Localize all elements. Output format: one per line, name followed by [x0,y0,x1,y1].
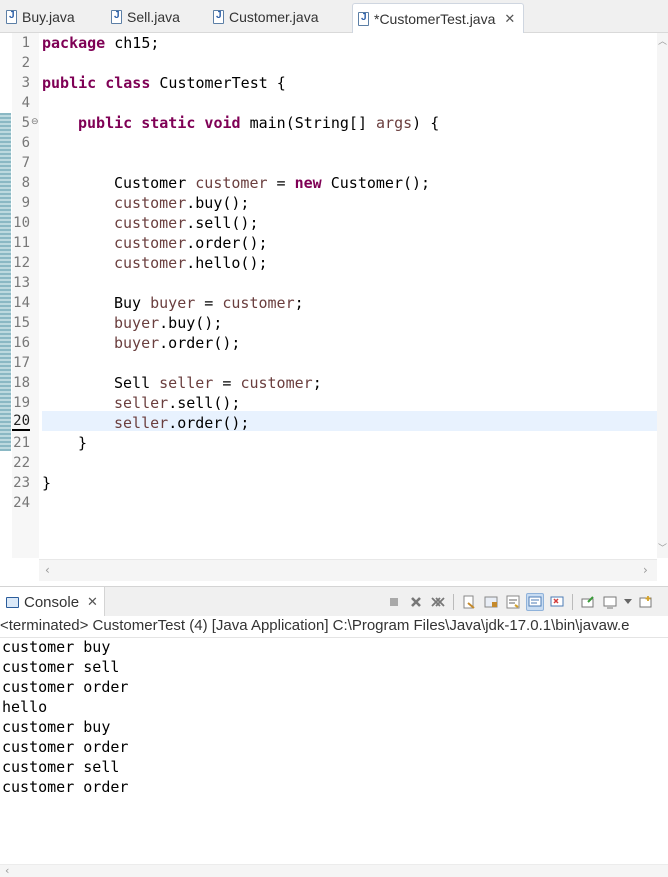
line-number: 18 [13,375,30,391]
open-console-icon[interactable] [637,593,655,611]
show-on-stdout-icon[interactable] [526,593,544,611]
pin-console-icon[interactable] [579,593,597,611]
line-number: 21 [13,435,30,451]
console-output-line: hello [2,698,48,716]
code-line-14: Buy buyer = customer; [114,294,304,312]
clear-console-icon[interactable] [460,593,478,611]
line-number: 5 [21,115,30,131]
console-icon [6,596,19,608]
line-number: 14 [13,295,30,311]
quick-diff-ruler [0,113,11,451]
console-output-line: customer sell [2,758,120,776]
code-editor[interactable]: 1 2 3 4 5 ⊖ 6 7 8 9 10 11 12 13 14 15 16… [0,33,668,581]
console-tab-label: Console [24,593,80,611]
console-output-line: customer buy [2,638,111,656]
console-output-line: customer order [2,778,129,796]
line-number-ruler: 1 2 3 4 5 ⊖ 6 7 8 9 10 11 12 13 14 15 16… [12,33,39,558]
horizontal-scrollbar[interactable]: ‹ › [39,559,657,581]
remove-all-terminated-icon[interactable] [429,593,447,611]
line-number: 16 [13,335,30,351]
line-number: 24 [13,495,30,511]
line-number: 10 [13,215,30,231]
tab-label: Customer.java [229,9,319,25]
console-output-line: customer sell [2,658,120,676]
code-line-15: buyer.buy(); [114,314,223,332]
line-number: 22 [13,455,30,471]
line-number: 15 [13,315,30,331]
line-number: 11 [13,235,30,251]
toolbar-separator [572,594,573,610]
scroll-left-icon[interactable]: ‹ [45,564,50,576]
dropdown-icon[interactable] [623,593,633,611]
code-line-5: public static void main(String[] args) { [78,114,440,132]
scroll-right-icon[interactable]: › [643,564,648,576]
code-line-18: Sell seller = customer; [114,374,322,392]
line-number: 7 [21,155,30,171]
display-console-icon[interactable] [601,593,619,611]
line-number: 3 [21,75,30,91]
terminate-icon[interactable] [385,593,403,611]
line-number: 4 [21,95,30,111]
console-toolbar [385,592,655,612]
line-number: 19 [13,395,30,411]
code-line-9: customer.buy(); [114,194,250,212]
close-icon[interactable]: ✕ [87,594,98,610]
code-line-8: Customer customer = new Customer(); [114,174,431,192]
code-line-3: public class CustomerTest { [42,74,286,92]
scroll-down-icon[interactable]: ﹀ [658,544,667,554]
code-line-16: buyer.order(); [114,334,241,352]
scroll-left-icon[interactable]: ‹ [5,865,9,876]
code-line-21: } [78,434,88,452]
code-line-12: customer.hello(); [114,254,268,272]
console-output-line: customer order [2,738,129,756]
show-on-stderr-icon[interactable] [548,593,566,611]
toolbar-separator [453,594,454,610]
code-text-area[interactable]: package ch15; public class CustomerTest … [42,33,658,558]
console-output-line: customer buy [2,718,111,736]
line-number: 6 [21,135,30,151]
line-number: 1 [21,35,30,51]
scroll-lock-icon[interactable] [482,593,500,611]
tab-label: *CustomerTest.java [374,10,496,27]
tab-sell-java[interactable]: Sell.java [111,5,180,29]
console-output-line: customer order [2,678,129,696]
console-view-header: Console ✕ [0,586,668,617]
line-number: 23 [13,475,30,491]
console-output[interactable]: customer buy customer sell customer orde… [2,637,662,862]
fold-collapse-icon[interactable]: ⊖ [31,112,39,132]
console-process-status: <terminated> CustomerTest (4) [Java Appl… [0,616,668,638]
tab-buy-java[interactable]: Buy.java [6,5,75,29]
code-line-20: seller.order(); [114,414,250,432]
tab-label: Sell.java [127,9,180,25]
line-number: 12 [13,255,30,271]
line-number: 9 [21,195,30,211]
java-file-icon [6,10,17,24]
java-file-icon [213,10,224,24]
code-line-1: package ch15; [42,34,160,52]
line-number: 8 [21,175,30,191]
java-file-icon [111,10,122,24]
current-line-number: 20 [12,413,30,431]
java-file-icon [358,11,369,26]
line-number: 13 [13,275,30,291]
code-line-11: customer.order(); [114,234,268,252]
tab-customer-java[interactable]: Customer.java [213,5,318,29]
code-line-19: seller.sell(); [114,394,241,412]
word-wrap-icon[interactable] [504,593,522,611]
scroll-up-icon[interactable]: ︿ [658,37,667,47]
close-icon[interactable]: ✕ [504,11,515,27]
console-horizontal-scrollbar[interactable]: ‹ [0,864,668,877]
line-number: 2 [21,55,30,71]
line-number: 17 [13,355,30,371]
remove-launch-icon[interactable] [407,593,425,611]
code-line-23: } [42,474,52,492]
tab-label: Buy.java [22,9,75,25]
tab-console[interactable]: Console ✕ [0,587,105,617]
code-line-10: customer.sell(); [114,214,259,232]
vertical-scrollbar[interactable]: ︿ ﹀ [657,33,668,558]
tab-customertest-java[interactable]: *CustomerTest.java ✕ [352,3,525,33]
editor-tab-bar: Buy.java Sell.java Customer.java *Custom… [0,0,668,33]
